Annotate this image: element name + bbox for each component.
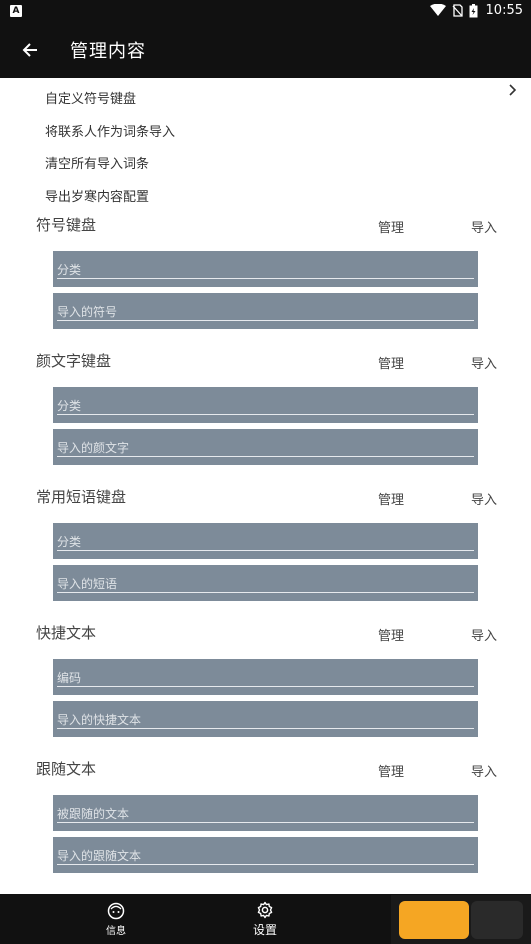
import-button[interactable]: 导入 [471, 489, 497, 508]
app-bar: 管理内容 [0, 21, 531, 78]
category-input[interactable] [57, 391, 474, 415]
section-symbol-keyboard: 符号键盘 管理 导入 [0, 214, 531, 350]
import-button[interactable]: 导入 [471, 761, 497, 780]
app-notification-icon: A [10, 4, 22, 17]
section-title: 快捷文本 [36, 624, 97, 642]
section-title: 颜文字键盘 [36, 352, 112, 370]
code-input[interactable] [57, 663, 474, 687]
manage-button[interactable]: 管理 [378, 625, 404, 644]
manage-button[interactable]: 管理 [378, 353, 404, 372]
manage-button[interactable]: 管理 [378, 217, 404, 236]
category-input[interactable] [57, 255, 474, 279]
imported-symbols-input[interactable] [57, 297, 474, 321]
status-bar: A 10:55 [0, 0, 531, 21]
section-title: 符号键盘 [36, 216, 97, 234]
import-button[interactable]: 导入 [471, 353, 497, 372]
section-phrase-keyboard: 常用短语键盘 管理 导入 [0, 486, 531, 622]
page-title: 管理内容 [70, 40, 146, 62]
imported-follow-text-input[interactable] [57, 841, 474, 865]
imported-field [53, 565, 478, 601]
section-follow-text: 跟随文本 管理 导入 [0, 758, 531, 894]
battery-icon [469, 3, 478, 18]
watermark-logo [391, 895, 531, 944]
arrow-left-icon [22, 42, 37, 57]
chevron-right-icon[interactable] [506, 82, 520, 98]
manage-button[interactable]: 管理 [378, 761, 404, 780]
nav-label: 信息 [106, 925, 126, 937]
menu-item-export-config[interactable]: 导出岁寒内容配置 [45, 186, 149, 205]
imported-field [53, 837, 478, 873]
section-quick-text: 快捷文本 管理 导入 [0, 622, 531, 758]
imported-quick-text-input[interactable] [57, 705, 474, 729]
imported-field [53, 293, 478, 329]
imported-kaomoji-input[interactable] [57, 433, 474, 457]
manage-button[interactable]: 管理 [378, 489, 404, 508]
no-sim-icon [452, 4, 463, 17]
import-button[interactable]: 导入 [471, 625, 497, 644]
nav-item-settings[interactable]: 设置 [215, 894, 315, 944]
category-field [53, 251, 478, 287]
nav-label: 设置 [252, 922, 277, 937]
section-title: 跟随文本 [36, 760, 97, 778]
imported-phrases-input[interactable] [57, 569, 474, 593]
wifi-icon [429, 4, 446, 17]
category-field [53, 387, 478, 423]
category-field [53, 523, 478, 559]
imported-field [53, 701, 478, 737]
imported-field [53, 429, 478, 465]
followed-text-field [53, 795, 478, 831]
face-icon [107, 902, 125, 919]
menu-item-custom-symbol-keyboard[interactable]: 自定义符号键盘 [45, 88, 136, 107]
code-field [53, 659, 478, 695]
import-button[interactable]: 导入 [471, 217, 497, 236]
menu-list: 自定义符号键盘 将联系人作为词条导入 清空所有导入词条 导出岁寒内容配置 [0, 78, 531, 208]
category-input[interactable] [57, 527, 474, 551]
section-kaomoji-keyboard: 颜文字键盘 管理 导入 [0, 350, 531, 486]
menu-item-import-contacts[interactable]: 将联系人作为词条导入 [45, 121, 175, 140]
gear-icon [257, 901, 273, 918]
section-title: 常用短语键盘 [36, 488, 127, 506]
nav-item-info[interactable]: 信息 [66, 894, 166, 944]
followed-text-input[interactable] [57, 799, 474, 823]
back-button[interactable] [0, 21, 60, 78]
menu-item-clear-imports[interactable]: 清空所有导入词条 [45, 153, 149, 172]
status-time: 10:55 [485, 3, 523, 18]
